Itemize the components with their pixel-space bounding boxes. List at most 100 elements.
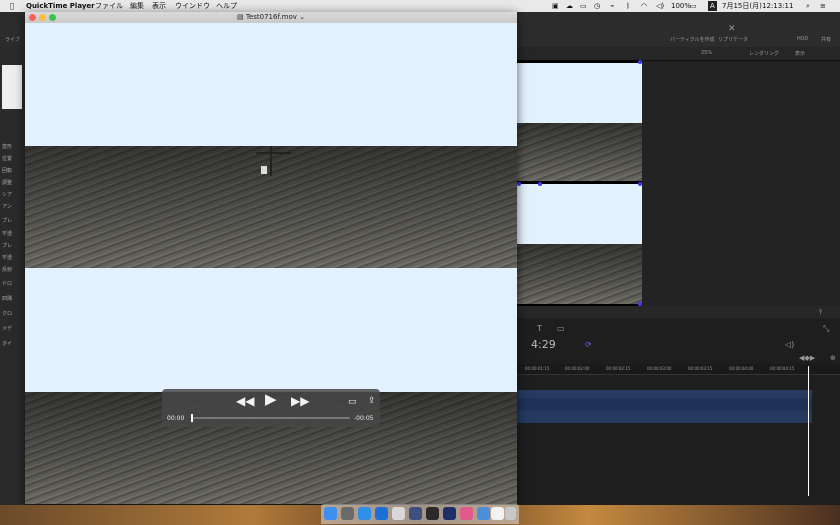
background-timeline[interactable]: T ▭ ⤡ 4:29 ⟳ ◁) ◀◆▶ ⊕ 00:00:01:15 00:00:… — [517, 318, 840, 505]
wifi-icon[interactable]: ◠ — [641, 1, 647, 11]
inspector-row[interactable]: 四隅 — [2, 295, 12, 302]
window-title-text: Test0716f.mov — [245, 13, 297, 21]
cloud-icon[interactable]: ☁ — [566, 1, 573, 11]
video-ground-top — [25, 146, 517, 268]
status-icon[interactable]: ▣ — [552, 1, 559, 11]
replicator-button[interactable]: リプリケータ — [718, 36, 748, 43]
clock-time[interactable]: 12:13:11 — [762, 1, 793, 11]
menu-window[interactable]: ウインドウ — [175, 1, 210, 11]
timeline-ruler[interactable]: 00:00:01:15 00:00:02:00 00:00:02:15 00:0… — [517, 364, 840, 375]
background-canvas[interactable] — [517, 60, 642, 306]
quicktime-icon[interactable] — [477, 507, 490, 520]
inspector-row[interactable]: アン — [2, 203, 12, 210]
document-icon: ▤ — [237, 13, 244, 21]
menu-app-name[interactable]: QuickTime Player — [26, 1, 95, 11]
snap-icon[interactable]: ⫯ — [819, 308, 822, 317]
expand-icon[interactable]: ⤡ — [823, 324, 829, 334]
replicator-tool-icon[interactable]: ✕ — [728, 24, 736, 34]
trash-icon[interactable] — [505, 507, 516, 520]
inspector-row[interactable]: 反射 — [2, 266, 12, 273]
inspector-row[interactable]: 回転 — [2, 167, 12, 174]
transform-handle[interactable] — [638, 182, 642, 186]
ruler-tick-label: 00:00:02:00 — [565, 366, 590, 371]
inspector-row[interactable]: プレ — [2, 217, 12, 224]
share-button[interactable]: 共有 — [821, 36, 831, 43]
preview-icon[interactable] — [409, 507, 422, 520]
date-label[interactable]: 7月15日(月) — [722, 1, 762, 11]
character-figure — [270, 146, 272, 176]
apple-menu-icon[interactable]:  — [10, 1, 14, 11]
motion-icon[interactable] — [426, 507, 439, 520]
shape-tool-icon[interactable]: ▭ — [557, 324, 565, 333]
inspector-row[interactable]: シア — [2, 191, 12, 198]
inspector-row[interactable]: 変形 — [2, 143, 12, 150]
launchpad-icon[interactable] — [341, 507, 354, 520]
scrubber-track[interactable] — [191, 414, 350, 422]
display-icon[interactable]: ▭ — [580, 1, 587, 11]
playhead[interactable] — [808, 366, 809, 496]
scrubber-knob[interactable] — [191, 414, 193, 422]
inspector-row[interactable]: 位置 — [2, 155, 12, 162]
inspector-row[interactable]: タイ — [2, 340, 12, 347]
search-icon[interactable]: ⌕ — [806, 1, 810, 11]
timemachine-icon[interactable]: ◷ — [594, 1, 600, 11]
character-arms — [256, 152, 291, 154]
zoom-timeline-icon[interactable]: ⊕ — [830, 354, 836, 362]
inspector-row[interactable]: 不透 — [2, 254, 12, 261]
chevron-down-icon[interactable]: ⌄ — [299, 13, 305, 21]
view-popup[interactable]: 表示 — [795, 50, 805, 57]
menu-help[interactable]: ヘルプ — [216, 1, 237, 11]
zoom-popup[interactable]: 25% — [701, 50, 712, 56]
transform-handle[interactable] — [517, 182, 521, 186]
inspector-strip: 変形 位置 回転 調整 シア アン プレ 不透 プレ 不透 反射 ドロ 四隅 ク… — [0, 47, 25, 505]
mail-icon[interactable] — [392, 507, 405, 520]
input-mode[interactable]: A — [708, 1, 717, 11]
airplay-icon[interactable]: ▭ — [348, 396, 357, 408]
battery-percent[interactable]: 100% — [671, 1, 691, 11]
inspector-row[interactable]: メデ — [2, 325, 12, 332]
bluetooth-icon[interactable]: ᛒ — [626, 1, 630, 11]
character-item — [261, 166, 267, 174]
timeline-track[interactable] — [517, 398, 812, 411]
safari-icon[interactable] — [375, 507, 388, 520]
finder-icon[interactable] — [324, 507, 337, 520]
timeline-toolbar: ⫯ — [517, 306, 840, 318]
share-icon[interactable]: ⇪ — [368, 395, 376, 407]
menu-file[interactable]: ファイル — [95, 1, 123, 11]
app-store-icon[interactable] — [358, 507, 371, 520]
inspector-row[interactable]: ドロ — [2, 280, 12, 287]
menu-view[interactable]: 表示 — [152, 1, 166, 11]
current-time: 00:00 — [167, 415, 185, 422]
inspector-row[interactable]: 不透 — [2, 230, 12, 237]
rewind-icon[interactable]: ◀◀ — [236, 395, 254, 407]
create-particles-button[interactable]: パーティクルを作成 — [670, 36, 715, 43]
final-cut-icon[interactable] — [443, 507, 456, 520]
battery-icon[interactable]: ▭ — [690, 1, 697, 11]
transform-handle[interactable] — [638, 60, 642, 64]
ruler-tick-label: 00:00:02:15 — [606, 366, 631, 371]
volume-icon[interactable]: ◁) — [656, 1, 664, 11]
hud-button[interactable]: HUD — [797, 36, 808, 42]
transform-handle[interactable] — [538, 182, 542, 186]
menu-edit[interactable]: 編集 — [130, 1, 144, 11]
playback-controls: ◀◀ ▶ ▶▶ ▭ ⇪ 00:00 -00:05 — [162, 389, 380, 427]
keyframe-nav-icon[interactable]: ◀◆▶ — [799, 354, 815, 362]
text-tool-icon[interactable]: T — [537, 324, 542, 333]
documents-icon[interactable] — [491, 507, 504, 520]
inspector-row[interactable]: プレ — [2, 242, 12, 249]
inspector-row[interactable]: 調整 — [2, 179, 12, 186]
photos-icon[interactable] — [460, 507, 473, 520]
timeline-track[interactable] — [517, 390, 812, 398]
thumbnail-preview — [2, 65, 22, 109]
usb-icon[interactable]: ⌁ — [610, 1, 614, 11]
timecode-display[interactable]: 4:29 — [531, 338, 556, 351]
inspector-row[interactable]: クロ — [2, 310, 12, 317]
timeline-track[interactable] — [517, 411, 812, 423]
video-sky-top — [25, 23, 517, 146]
audio-icon[interactable]: ◁) — [785, 340, 794, 349]
fast-forward-icon[interactable]: ▶▶ — [291, 395, 309, 407]
menu-list-icon[interactable]: ≡ — [820, 1, 826, 11]
loop-icon[interactable]: ⟳ — [585, 340, 592, 349]
rendering-popup[interactable]: レンダリング — [749, 50, 779, 57]
play-icon[interactable]: ▶ — [265, 392, 277, 407]
